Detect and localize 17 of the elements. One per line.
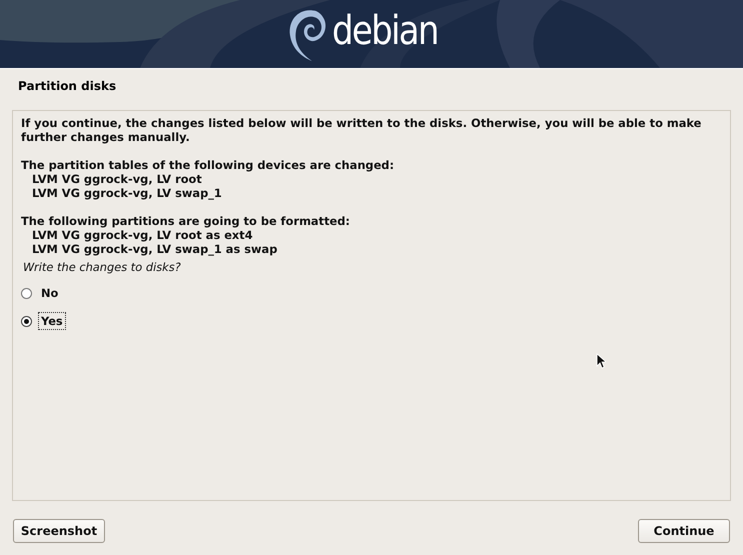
radio-button[interactable]: [21, 316, 32, 326]
logo-wordmark: debian: [332, 11, 438, 51]
device-item: LVM VG ggrock-vg, LV swap_1 as swap: [31, 242, 278, 256]
device-item: LVM VG ggrock-vg, LV root as ext4: [31, 228, 254, 242]
option-label[interactable]: Yes: [38, 312, 66, 330]
continue-button[interactable]: Continue: [638, 519, 730, 543]
screenshot-button[interactable]: Screenshot: [13, 519, 105, 543]
radio-button[interactable]: [21, 288, 32, 298]
option-label[interactable]: No: [38, 284, 62, 302]
section-heading: The following partitions are going to be formatted:: [21, 214, 351, 228]
device-item: LVM VG ggrock-vg, LV swap_1: [31, 186, 223, 200]
intro-text: If you continue, the changes listed below will be written to the disks. Otherwise, you will be able to make further changes manually.: [21, 116, 702, 144]
page-title: Partition disks: [0, 68, 743, 100]
section-heading: The partition tables of the following devices are changed:: [21, 158, 396, 172]
pointer-icon: [596, 353, 606, 369]
device-item: LVM VG ggrock-vg, LV root: [31, 172, 203, 186]
question-text: Write the changes to disks?: [22, 260, 182, 274]
